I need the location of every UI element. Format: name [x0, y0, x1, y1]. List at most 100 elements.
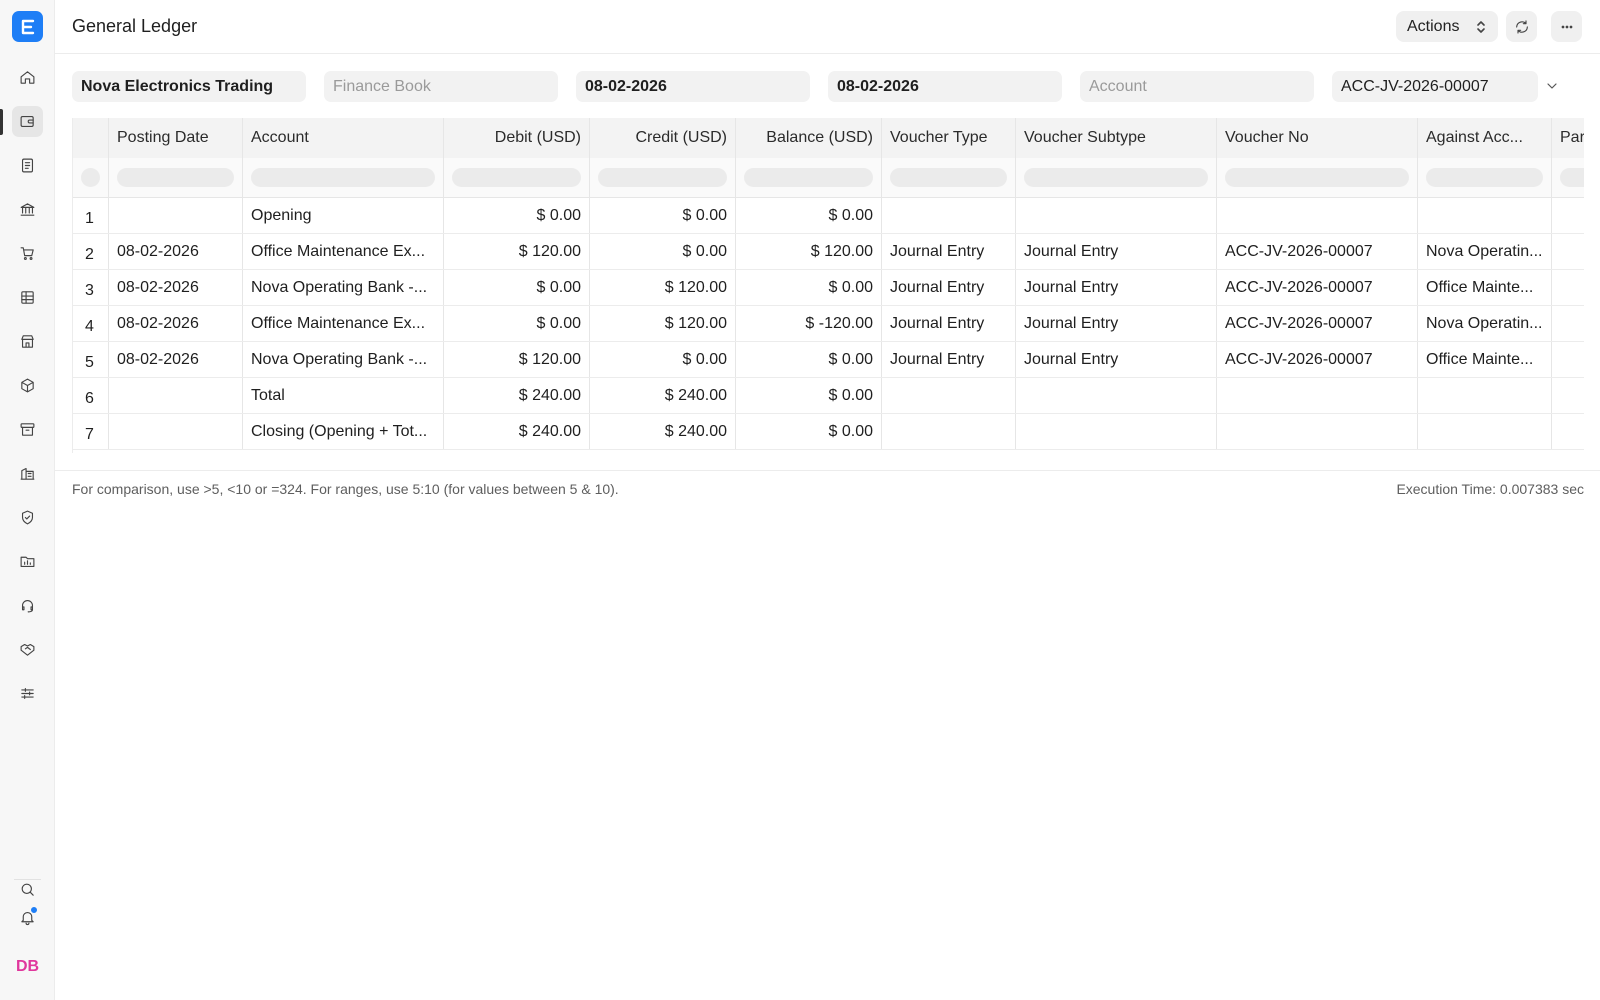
- cell-debit[interactable]: $ 0.00: [444, 306, 590, 341]
- filter-cell-debit[interactable]: [444, 158, 590, 197]
- cell-against-account[interactable]: Office Mainte...: [1418, 270, 1552, 305]
- cell-debit[interactable]: $ 240.00: [444, 378, 590, 413]
- table-row[interactable]: 2 08-02-2026 Office Maintenance Ex... $ 120…: [73, 234, 1584, 270]
- cell-account[interactable]: Closing (Opening + Tot...: [243, 414, 444, 449]
- sidebar-search-button[interactable]: [12, 875, 43, 903]
- cell-account[interactable]: Office Maintenance Ex...: [243, 306, 444, 341]
- sidebar-item-settings[interactable]: [12, 678, 43, 709]
- sidebar-item-documents[interactable]: [12, 150, 43, 181]
- table-row[interactable]: 3 08-02-2026 Nova Operating Bank -... $ 0.0…: [73, 270, 1584, 306]
- column-header-party[interactable]: Par: [1552, 118, 1584, 158]
- cell-party[interactable]: [1552, 306, 1584, 341]
- filter-cell-voucher-no[interactable]: [1217, 158, 1418, 197]
- cell-voucher-no[interactable]: ACC-JV-2026-00007: [1217, 306, 1418, 341]
- avatar[interactable]: DB: [12, 955, 43, 979]
- cell-balance[interactable]: $ -120.00: [736, 306, 882, 341]
- more-filters-toggle[interactable]: [1544, 78, 1562, 96]
- cell-credit[interactable]: $ 120.00: [590, 306, 736, 341]
- cell-voucher-type[interactable]: Journal Entry: [882, 342, 1016, 377]
- cell-voucher-no[interactable]: [1217, 198, 1418, 233]
- cell-voucher-subtype[interactable]: [1016, 198, 1217, 233]
- cell-credit[interactable]: $ 0.00: [590, 234, 736, 269]
- cell-debit[interactable]: $ 0.00: [444, 198, 590, 233]
- cell-against-account[interactable]: [1418, 414, 1552, 449]
- table-row[interactable]: 6 Total $ 240.00 $ 240.00 $ 0.00: [73, 378, 1584, 414]
- column-header-against-account[interactable]: Against Acc...: [1418, 118, 1552, 158]
- sidebar-item-bank[interactable]: [12, 194, 43, 225]
- sidebar-item-support[interactable]: [12, 590, 43, 621]
- column-header-voucher-subtype[interactable]: Voucher Subtype: [1016, 118, 1217, 158]
- cell-voucher-no[interactable]: ACC-JV-2026-00007: [1217, 270, 1418, 305]
- cell-party[interactable]: [1552, 414, 1584, 449]
- cell-voucher-type[interactable]: Journal Entry: [882, 270, 1016, 305]
- cell-posting-date[interactable]: 08-02-2026: [109, 270, 243, 305]
- cell-credit[interactable]: $ 120.00: [590, 270, 736, 305]
- sidebar-item-accounting[interactable]: [12, 106, 43, 137]
- filter-cell-credit[interactable]: [590, 158, 736, 197]
- table-row[interactable]: 4 08-02-2026 Office Maintenance Ex... $ 0.0…: [73, 306, 1584, 342]
- filter-cell-voucher-type[interactable]: [882, 158, 1016, 197]
- cell-against-account[interactable]: Nova Operatin...: [1418, 306, 1552, 341]
- column-header-account[interactable]: Account: [243, 118, 444, 158]
- column-header-posting-date[interactable]: Posting Date: [109, 118, 243, 158]
- cell-account[interactable]: Total: [243, 378, 444, 413]
- sidebar-item-stock[interactable]: [12, 370, 43, 401]
- column-header-voucher-no[interactable]: Voucher No: [1217, 118, 1418, 158]
- sidebar-item-archive[interactable]: [12, 414, 43, 445]
- table-row[interactable]: 5 08-02-2026 Nova Operating Bank -... $ 120…: [73, 342, 1584, 378]
- cell-balance[interactable]: $ 0.00: [736, 342, 882, 377]
- cell-voucher-type[interactable]: [882, 198, 1016, 233]
- cell-account[interactable]: Office Maintenance Ex...: [243, 234, 444, 269]
- sidebar-item-buying[interactable]: [12, 238, 43, 269]
- finance-book-filter[interactable]: Finance Book: [324, 71, 558, 102]
- cell-against-account[interactable]: Nova Operatin...: [1418, 234, 1552, 269]
- cell-debit[interactable]: $ 120.00: [444, 234, 590, 269]
- cell-credit[interactable]: $ 0.00: [590, 342, 736, 377]
- cell-voucher-no[interactable]: [1217, 414, 1418, 449]
- cell-debit[interactable]: $ 0.00: [444, 270, 590, 305]
- cell-posting-date[interactable]: 08-02-2026: [109, 234, 243, 269]
- sidebar-item-quality[interactable]: [12, 502, 43, 533]
- more-options-button[interactable]: [1551, 11, 1582, 42]
- cell-balance[interactable]: $ 0.00: [736, 378, 882, 413]
- column-header-credit[interactable]: Credit (USD): [590, 118, 736, 158]
- filter-cell-party[interactable]: [1552, 158, 1584, 197]
- column-header-debit[interactable]: Debit (USD): [444, 118, 590, 158]
- cell-party[interactable]: [1552, 270, 1584, 305]
- cell-voucher-subtype[interactable]: [1016, 378, 1217, 413]
- to-date-filter[interactable]: 08-02-2026: [828, 71, 1062, 102]
- cell-account[interactable]: Nova Operating Bank -...: [243, 342, 444, 377]
- cell-credit[interactable]: $ 240.00: [590, 378, 736, 413]
- cell-voucher-type[interactable]: Journal Entry: [882, 234, 1016, 269]
- cell-voucher-type[interactable]: [882, 414, 1016, 449]
- filter-cell-voucher-subtype[interactable]: [1016, 158, 1217, 197]
- cell-posting-date[interactable]: [109, 378, 243, 413]
- sidebar-item-assets[interactable]: [12, 458, 43, 489]
- account-filter[interactable]: Account: [1080, 71, 1314, 102]
- app-logo[interactable]: [12, 11, 43, 42]
- sidebar-item-projects[interactable]: [12, 546, 43, 577]
- cell-against-account[interactable]: [1418, 378, 1552, 413]
- cell-posting-date[interactable]: 08-02-2026: [109, 342, 243, 377]
- filter-cell-account[interactable]: [243, 158, 444, 197]
- filter-cell-against-account[interactable]: [1418, 158, 1552, 197]
- filter-cell-balance[interactable]: [736, 158, 882, 197]
- sidebar-item-store[interactable]: [12, 326, 43, 357]
- cell-balance[interactable]: $ 0.00: [736, 270, 882, 305]
- column-header-voucher-type[interactable]: Voucher Type: [882, 118, 1016, 158]
- cell-voucher-no[interactable]: ACC-JV-2026-00007: [1217, 342, 1418, 377]
- cell-voucher-no[interactable]: ACC-JV-2026-00007: [1217, 234, 1418, 269]
- sidebar-item-crm[interactable]: [12, 634, 43, 665]
- cell-debit[interactable]: $ 240.00: [444, 414, 590, 449]
- table-row[interactable]: 1 Opening $ 0.00 $ 0.00 $ 0.00: [73, 198, 1584, 234]
- cell-voucher-subtype[interactable]: [1016, 414, 1217, 449]
- sidebar-item-home[interactable]: [12, 62, 43, 93]
- cell-voucher-no[interactable]: [1217, 378, 1418, 413]
- cell-balance[interactable]: $ 120.00: [736, 234, 882, 269]
- cell-voucher-subtype[interactable]: Journal Entry: [1016, 306, 1217, 341]
- company-filter[interactable]: Nova Electronics Trading: [72, 71, 306, 102]
- cell-account[interactable]: Nova Operating Bank -...: [243, 270, 444, 305]
- cell-party[interactable]: [1552, 378, 1584, 413]
- cell-posting-date[interactable]: [109, 198, 243, 233]
- cell-account[interactable]: Opening: [243, 198, 444, 233]
